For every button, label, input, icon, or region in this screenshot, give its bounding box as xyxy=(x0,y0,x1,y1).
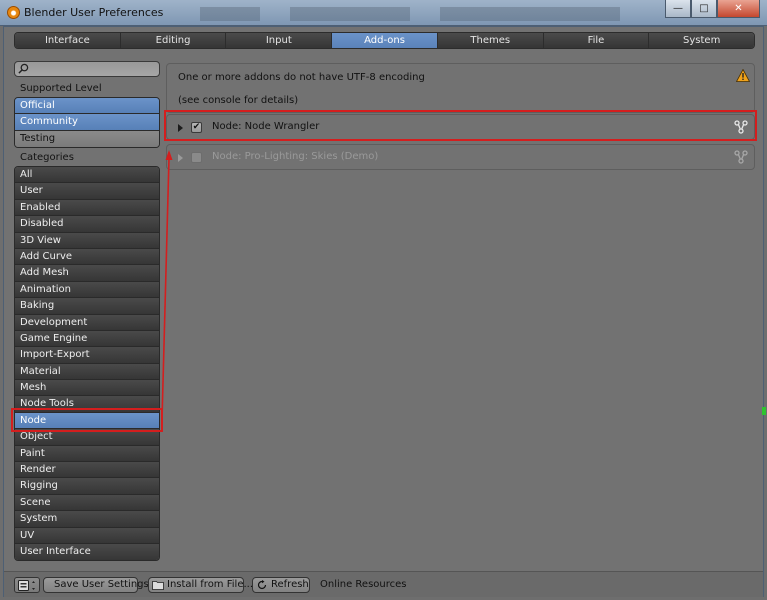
addon-enable-checkbox[interactable]: ✔ xyxy=(191,122,202,133)
category-import-export[interactable]: Import-Export xyxy=(15,347,159,364)
category-3d-view[interactable]: 3D View xyxy=(15,232,159,249)
addon-search-input[interactable] xyxy=(14,61,160,77)
node-wrangler-icon xyxy=(734,150,748,164)
addon-name: Node: Node Wrangler xyxy=(212,121,320,132)
level-official-button[interactable]: Official xyxy=(15,98,159,115)
install-from-file-button[interactable]: Install from File... xyxy=(148,577,253,593)
category-system[interactable]: System xyxy=(15,511,159,528)
warning-message: One or more addons do not have UTF-8 enc… xyxy=(178,72,425,83)
editor-type-button[interactable] xyxy=(14,577,40,593)
warning-detail: (see console for details) xyxy=(178,95,299,106)
category-node-tools[interactable]: Node Tools xyxy=(15,396,159,413)
categories-list: All User Enabled Disabled 3D View Add Cu… xyxy=(14,166,160,562)
category-object[interactable]: Object xyxy=(15,429,159,446)
category-uv[interactable]: UV xyxy=(15,527,159,544)
category-user-interface[interactable]: User Interface xyxy=(15,543,159,561)
tab-system[interactable]: System xyxy=(649,33,754,48)
tab-input[interactable]: Input xyxy=(226,33,333,48)
supported-level-label: Supported Level xyxy=(20,83,102,94)
category-enabled[interactable]: Enabled xyxy=(15,199,159,217)
category-all[interactable]: All xyxy=(15,167,159,184)
tab-file[interactable]: File xyxy=(543,33,650,48)
encoding-warning-panel: One or more addons do not have UTF-8 enc… xyxy=(166,63,755,113)
level-community-button[interactable]: Community xyxy=(15,114,159,131)
window-controls: — □ ✕ xyxy=(665,0,760,18)
addon-name: Node: Pro-Lighting: Skies (Demo) xyxy=(212,151,379,162)
category-game-engine[interactable]: Game Engine xyxy=(15,330,159,348)
save-user-settings-label: Save User Settings xyxy=(54,579,149,590)
expand-triangle-icon[interactable] xyxy=(178,154,183,162)
addon-enable-checkbox[interactable] xyxy=(191,152,202,163)
window-titlebar: Blender User Preferences — □ ✕ xyxy=(0,0,767,26)
category-development[interactable]: Development xyxy=(15,314,159,331)
category-user[interactable]: User xyxy=(15,183,159,200)
supported-level-group: Official Community Testing xyxy=(14,97,160,149)
expand-triangle-icon[interactable] xyxy=(178,124,183,132)
maximize-button[interactable]: □ xyxy=(691,0,717,18)
install-from-file-label: Install from File... xyxy=(167,579,254,590)
preferences-tabs: Interface Editing Input Add-ons Themes F… xyxy=(14,32,755,49)
addon-row-node-wrangler[interactable]: ✔ Node: Node Wrangler xyxy=(166,114,755,140)
refresh-label: Refresh xyxy=(271,579,309,590)
refresh-icon xyxy=(257,580,267,590)
background-window-ghost xyxy=(200,7,620,21)
search-icon xyxy=(18,63,29,74)
level-testing-button[interactable]: Testing xyxy=(15,130,159,148)
minimize-button[interactable]: — xyxy=(665,0,691,18)
node-wrangler-icon xyxy=(734,120,748,134)
category-baking[interactable]: Baking xyxy=(15,298,159,315)
save-user-settings-button[interactable]: Save User Settings xyxy=(43,577,149,593)
category-animation[interactable]: Animation xyxy=(15,281,159,299)
online-resources-link[interactable]: Online Resources xyxy=(320,579,407,590)
category-mesh[interactable]: Mesh xyxy=(15,380,159,397)
blender-app-icon xyxy=(7,6,20,19)
window-title: Blender User Preferences xyxy=(24,6,164,19)
category-add-curve[interactable]: Add Curve xyxy=(15,248,159,266)
category-paint[interactable]: Paint xyxy=(15,445,159,463)
category-disabled[interactable]: Disabled xyxy=(15,216,159,233)
category-add-mesh[interactable]: Add Mesh xyxy=(15,265,159,282)
refresh-button[interactable]: Refresh xyxy=(252,577,310,593)
category-material[interactable]: Material xyxy=(15,363,159,381)
preferences-editor-icon xyxy=(18,580,35,591)
tab-interface[interactable]: Interface xyxy=(15,33,121,48)
close-button[interactable]: ✕ xyxy=(717,0,760,18)
warning-triangle-icon xyxy=(736,69,750,82)
tab-addons[interactable]: Add-ons xyxy=(332,33,438,48)
categories-label: Categories xyxy=(20,152,74,163)
category-render[interactable]: Render xyxy=(15,462,159,479)
preferences-client-area: Interface Editing Input Add-ons Themes F… xyxy=(3,26,764,597)
window-edge-indicator xyxy=(762,407,766,415)
preferences-bottom-bar: Save User Settings Install from File... … xyxy=(4,571,763,597)
category-node[interactable]: Node xyxy=(15,412,159,430)
tab-editing[interactable]: Editing xyxy=(120,33,227,48)
category-rigging[interactable]: Rigging xyxy=(15,478,159,495)
category-scene[interactable]: Scene xyxy=(15,494,159,512)
addon-row-pro-lighting-skies[interactable]: Node: Pro-Lighting: Skies (Demo) xyxy=(166,144,755,170)
tab-themes[interactable]: Themes xyxy=(437,33,544,48)
folder-icon xyxy=(152,581,164,590)
